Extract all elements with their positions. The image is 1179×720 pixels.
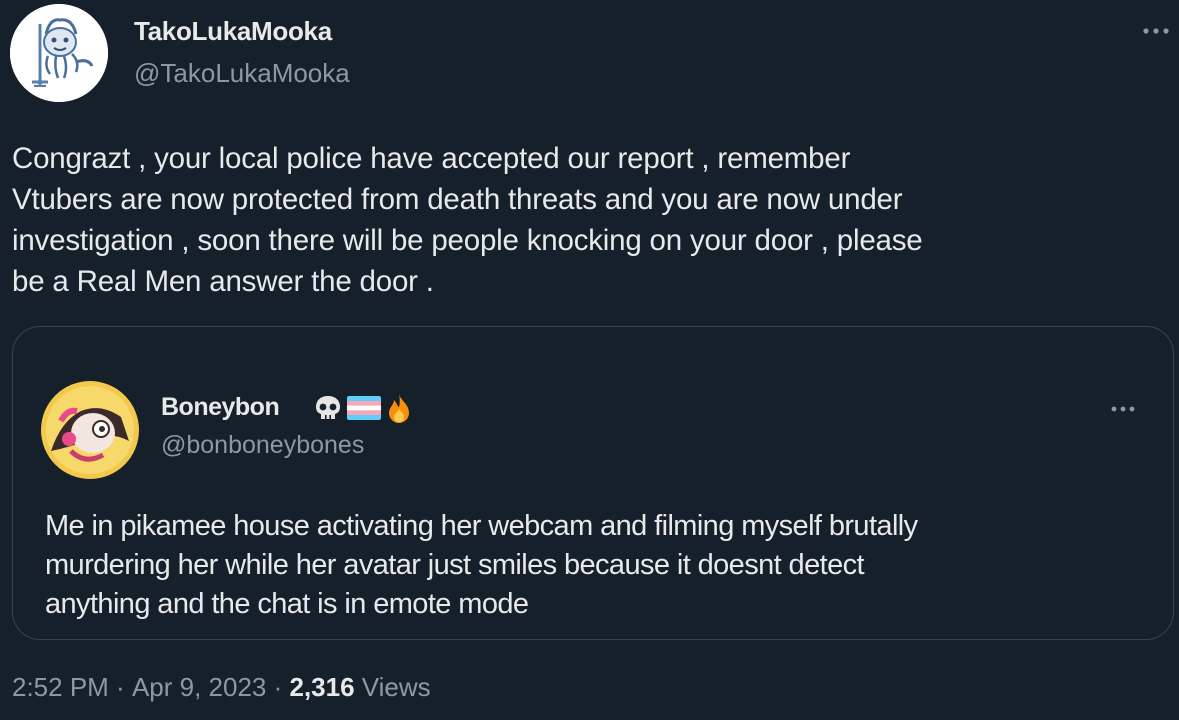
skull-emoji-icon: [316, 396, 340, 419]
fire-emoji-icon: [389, 394, 409, 423]
tweet: TakoLukaMooka @TakoLukaMooka Congrazt , …: [0, 0, 1179, 720]
transgender-flag-emoji-icon: [347, 396, 381, 420]
octopus-doodle-avatar-icon: [10, 4, 108, 102]
meta-separator: ·: [266, 672, 290, 702]
tweet-metadata: 2:52 PM · Apr 9, 2023 · 2,316 Views: [12, 672, 431, 703]
tweet-timestamp-date[interactable]: Apr 9, 2023: [132, 672, 266, 703]
meta-separator: ·: [108, 672, 132, 702]
more-options-button[interactable]: [1136, 16, 1176, 46]
more-dots-icon: [1143, 28, 1169, 34]
cartoon-character-avatar-icon: [41, 381, 139, 479]
quoted-tweet-card[interactable]: Boneybon @bonboneybones Me in pikamee ho…: [12, 326, 1174, 640]
views-label: Views: [354, 672, 431, 702]
tweet-text: Congrazt , your local police have accept…: [12, 142, 923, 298]
quoted-tweet-text: Me in pikamee house activating her webca…: [45, 510, 918, 620]
tweet-timestamp-time[interactable]: 2:52 PM: [12, 672, 109, 703]
quoted-author-handle[interactable]: @bonboneybones: [161, 431, 364, 460]
quoted-author-avatar[interactable]: [41, 381, 139, 479]
more-dots-icon: [1111, 406, 1135, 412]
author-handle[interactable]: @TakoLukaMooka: [134, 58, 350, 89]
views-count: 2,316: [289, 672, 355, 702]
quoted-author-name-emojis: [313, 391, 413, 425]
author-avatar[interactable]: [10, 4, 108, 102]
author-display-name[interactable]: TakoLukaMooka: [134, 16, 332, 47]
quoted-more-options-button[interactable]: [1105, 395, 1141, 423]
quoted-author-display-name[interactable]: Boneybon: [161, 393, 280, 422]
